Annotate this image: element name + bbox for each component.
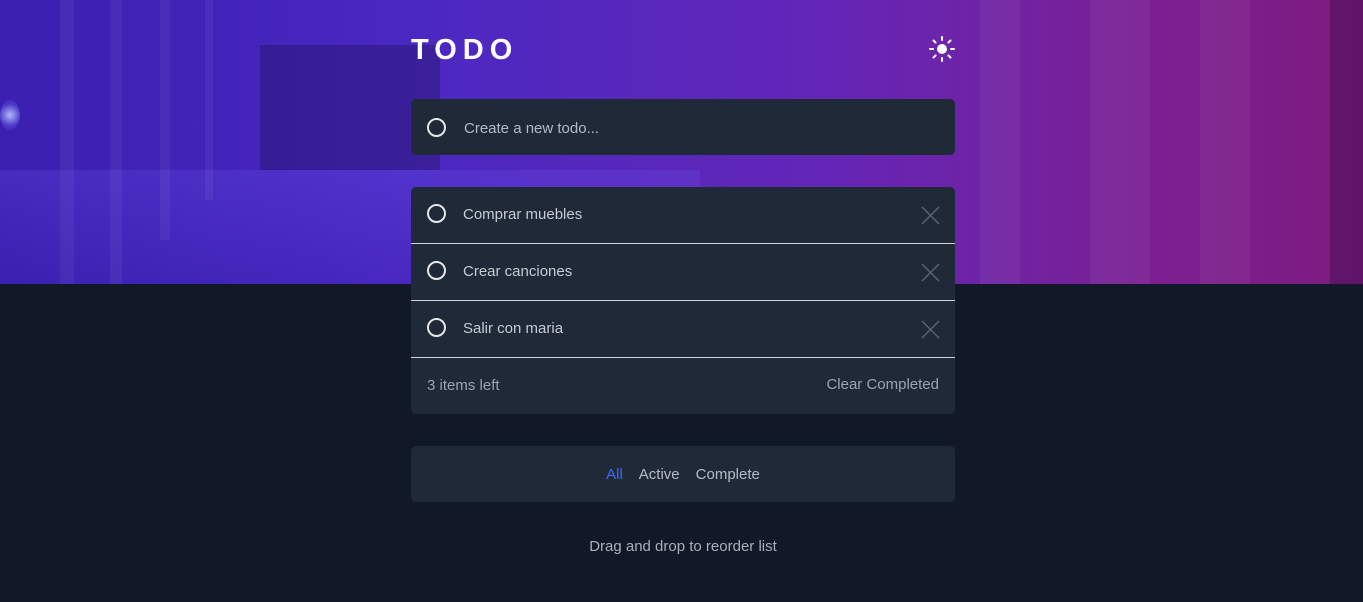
todo-checkbox[interactable] <box>427 261 446 280</box>
filter-active[interactable]: Active <box>639 466 680 483</box>
close-icon <box>921 206 940 225</box>
todo-item[interactable]: Salir con maria <box>411 301 955 358</box>
delete-todo-button[interactable] <box>921 320 940 339</box>
todo-checkbox[interactable] <box>427 318 446 337</box>
new-todo-form <box>411 99 955 155</box>
new-todo-checkbox[interactable] <box>427 118 446 137</box>
app-title: TODO <box>411 34 519 66</box>
todo-checkbox[interactable] <box>427 204 446 223</box>
close-icon <box>921 263 940 282</box>
items-left-count: 3 items left <box>427 377 500 394</box>
sun-icon <box>929 36 955 62</box>
delete-todo-button[interactable] <box>921 263 940 282</box>
filter-complete[interactable]: Complete <box>696 466 760 483</box>
todo-text: Salir con maria <box>463 320 564 337</box>
reorder-hint: Drag and drop to reorder list <box>589 538 777 555</box>
clear-completed-button[interactable]: Clear Completed <box>826 376 939 393</box>
todo-text: Comprar muebles <box>463 206 583 223</box>
list-footer: 3 items left Clear Completed <box>411 358 955 414</box>
filter-all[interactable]: All <box>606 466 623 483</box>
new-todo-input[interactable] <box>462 113 936 143</box>
todo-list: Comprar muebles Crear canciones Salir co… <box>411 187 955 414</box>
todo-item[interactable]: Comprar muebles <box>411 187 955 244</box>
filter-bar: All Active Complete <box>411 446 955 502</box>
todo-text: Crear canciones <box>463 263 573 280</box>
theme-toggle-button[interactable] <box>928 35 956 63</box>
todo-item[interactable]: Crear canciones <box>411 244 955 301</box>
close-icon <box>921 320 940 339</box>
page: TODO Comprar muebles <box>0 0 1363 602</box>
delete-todo-button[interactable] <box>921 206 940 225</box>
